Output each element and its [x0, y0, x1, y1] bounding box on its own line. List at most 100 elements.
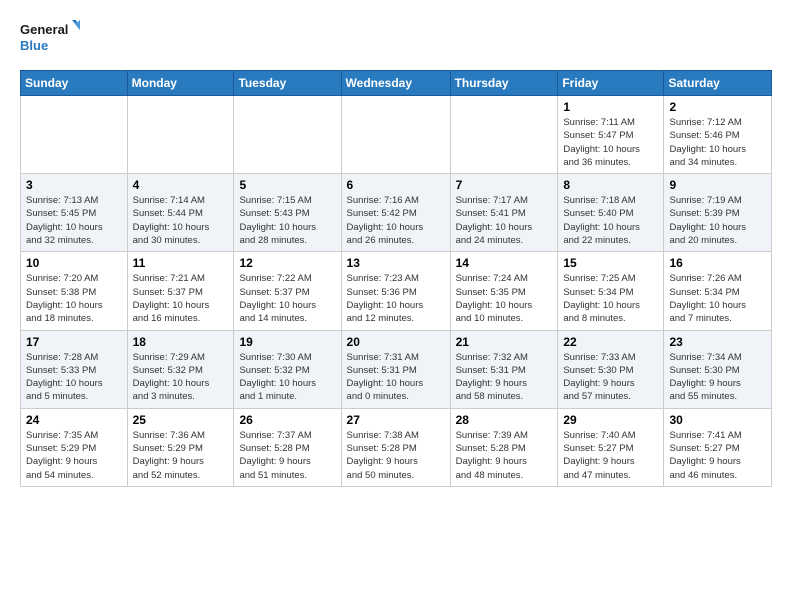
day-info: Sunrise: 7:22 AMSunset: 5:37 PMDaylight:… [239, 272, 335, 325]
day-number: 4 [133, 178, 229, 192]
day-number: 22 [563, 335, 658, 349]
svg-text:Blue: Blue [20, 38, 48, 53]
calendar-cell: 18 Sunrise: 7:29 AMSunset: 5:32 PMDayligh… [127, 330, 234, 408]
day-number: 15 [563, 256, 658, 270]
day-info: Sunrise: 7:26 AMSunset: 5:34 PMDaylight:… [669, 272, 766, 325]
weekday-header-monday: Monday [127, 71, 234, 96]
day-number: 30 [669, 413, 766, 427]
day-number: 11 [133, 256, 229, 270]
calendar-cell: 12 Sunrise: 7:22 AMSunset: 5:37 PMDayligh… [234, 252, 341, 330]
day-info: Sunrise: 7:18 AMSunset: 5:40 PMDaylight:… [563, 194, 658, 247]
calendar-cell: 16 Sunrise: 7:26 AMSunset: 5:34 PMDayligh… [664, 252, 772, 330]
day-number: 6 [347, 178, 445, 192]
calendar-cell: 11 Sunrise: 7:21 AMSunset: 5:37 PMDayligh… [127, 252, 234, 330]
day-number: 3 [26, 178, 122, 192]
day-info: Sunrise: 7:29 AMSunset: 5:32 PMDaylight:… [133, 351, 229, 404]
day-number: 5 [239, 178, 335, 192]
week-row-3: 17 Sunrise: 7:28 AMSunset: 5:33 PMDayligh… [21, 330, 772, 408]
weekday-header-sunday: Sunday [21, 71, 128, 96]
weekday-header-saturday: Saturday [664, 71, 772, 96]
calendar-cell [341, 96, 450, 174]
calendar-table: SundayMondayTuesdayWednesdayThursdayFrid… [20, 70, 772, 487]
day-number: 27 [347, 413, 445, 427]
calendar-cell: 7 Sunrise: 7:17 AMSunset: 5:41 PMDaylight… [450, 174, 558, 252]
day-info: Sunrise: 7:16 AMSunset: 5:42 PMDaylight:… [347, 194, 445, 247]
day-info: Sunrise: 7:24 AMSunset: 5:35 PMDaylight:… [456, 272, 553, 325]
day-info: Sunrise: 7:23 AMSunset: 5:36 PMDaylight:… [347, 272, 445, 325]
day-number: 12 [239, 256, 335, 270]
day-number: 14 [456, 256, 553, 270]
day-info: Sunrise: 7:35 AMSunset: 5:29 PMDaylight:… [26, 429, 122, 482]
day-info: Sunrise: 7:39 AMSunset: 5:28 PMDaylight:… [456, 429, 553, 482]
day-info: Sunrise: 7:12 AMSunset: 5:46 PMDaylight:… [669, 116, 766, 169]
calendar-cell: 25 Sunrise: 7:36 AMSunset: 5:29 PMDayligh… [127, 408, 234, 486]
calendar-cell: 30 Sunrise: 7:41 AMSunset: 5:27 PMDayligh… [664, 408, 772, 486]
day-number: 25 [133, 413, 229, 427]
calendar-cell: 5Sunrise: 7:15 AMSunset: 5:43 PMDaylight… [234, 174, 341, 252]
calendar-cell: 2 Sunrise: 7:12 AMSunset: 5:46 PMDaylight… [664, 96, 772, 174]
day-info: Sunrise: 7:38 AMSunset: 5:28 PMDaylight:… [347, 429, 445, 482]
week-row-4: 24 Sunrise: 7:35 AMSunset: 5:29 PMDayligh… [21, 408, 772, 486]
calendar-cell: 19 Sunrise: 7:30 AMSunset: 5:32 PMDayligh… [234, 330, 341, 408]
calendar-cell: 6 Sunrise: 7:16 AMSunset: 5:42 PMDaylight… [341, 174, 450, 252]
calendar-cell: 9Sunrise: 7:19 AMSunset: 5:39 PMDaylight… [664, 174, 772, 252]
weekday-header-tuesday: Tuesday [234, 71, 341, 96]
day-info: Sunrise: 7:33 AMSunset: 5:30 PMDaylight:… [563, 351, 658, 404]
calendar-cell: 28Sunrise: 7:39 AMSunset: 5:28 PMDayligh… [450, 408, 558, 486]
calendar-cell: 13 Sunrise: 7:23 AMSunset: 5:36 PMDayligh… [341, 252, 450, 330]
calendar-cell: 26 Sunrise: 7:37 AMSunset: 5:28 PMDayligh… [234, 408, 341, 486]
day-number: 19 [239, 335, 335, 349]
day-number: 16 [669, 256, 766, 270]
calendar-cell: 17 Sunrise: 7:28 AMSunset: 5:33 PMDayligh… [21, 330, 128, 408]
day-info: Sunrise: 7:21 AMSunset: 5:37 PMDaylight:… [133, 272, 229, 325]
weekday-header-row: SundayMondayTuesdayWednesdayThursdayFrid… [21, 71, 772, 96]
day-info: Sunrise: 7:37 AMSunset: 5:28 PMDaylight:… [239, 429, 335, 482]
calendar-cell [450, 96, 558, 174]
calendar-cell: 3 Sunrise: 7:13 AMSunset: 5:45 PMDaylight… [21, 174, 128, 252]
day-number: 17 [26, 335, 122, 349]
day-info: Sunrise: 7:14 AMSunset: 5:44 PMDaylight:… [133, 194, 229, 247]
calendar-cell: 20Sunrise: 7:31 AMSunset: 5:31 PMDayligh… [341, 330, 450, 408]
day-info: Sunrise: 7:20 AMSunset: 5:38 PMDaylight:… [26, 272, 122, 325]
weekday-header-wednesday: Wednesday [341, 71, 450, 96]
page: General Blue SundayMondayTuesdayWednesda… [0, 0, 792, 497]
calendar-cell: 14 Sunrise: 7:24 AMSunset: 5:35 PMDayligh… [450, 252, 558, 330]
calendar-cell: 22 Sunrise: 7:33 AMSunset: 5:30 PMDayligh… [558, 330, 664, 408]
calendar-cell: 8 Sunrise: 7:18 AMSunset: 5:40 PMDaylight… [558, 174, 664, 252]
weekday-header-friday: Friday [558, 71, 664, 96]
day-number: 9 [669, 178, 766, 192]
day-number: 8 [563, 178, 658, 192]
day-number: 24 [26, 413, 122, 427]
day-number: 21 [456, 335, 553, 349]
calendar-cell [234, 96, 341, 174]
day-number: 13 [347, 256, 445, 270]
weekday-header-thursday: Thursday [450, 71, 558, 96]
calendar-cell: 4 Sunrise: 7:14 AMSunset: 5:44 PMDaylight… [127, 174, 234, 252]
svg-text:General: General [20, 22, 68, 37]
day-info: Sunrise: 7:13 AMSunset: 5:45 PMDaylight:… [26, 194, 122, 247]
day-info: Sunrise: 7:34 AMSunset: 5:30 PMDaylight:… [669, 351, 766, 404]
header: General Blue [20, 16, 772, 60]
calendar-cell: 27 Sunrise: 7:38 AMSunset: 5:28 PMDayligh… [341, 408, 450, 486]
day-number: 23 [669, 335, 766, 349]
day-number: 2 [669, 100, 766, 114]
calendar-cell [21, 96, 128, 174]
day-number: 26 [239, 413, 335, 427]
calendar-cell: 1Sunrise: 7:11 AMSunset: 5:47 PMDaylight… [558, 96, 664, 174]
logo: General Blue [20, 16, 80, 60]
calendar-cell: 21Sunrise: 7:32 AMSunset: 5:31 PMDayligh… [450, 330, 558, 408]
day-info: Sunrise: 7:17 AMSunset: 5:41 PMDaylight:… [456, 194, 553, 247]
day-info: Sunrise: 7:28 AMSunset: 5:33 PMDaylight:… [26, 351, 122, 404]
day-info: Sunrise: 7:41 AMSunset: 5:27 PMDaylight:… [669, 429, 766, 482]
day-number: 20 [347, 335, 445, 349]
day-number: 18 [133, 335, 229, 349]
day-info: Sunrise: 7:11 AMSunset: 5:47 PMDaylight:… [563, 116, 658, 169]
calendar-cell: 23 Sunrise: 7:34 AMSunset: 5:30 PMDayligh… [664, 330, 772, 408]
day-info: Sunrise: 7:25 AMSunset: 5:34 PMDaylight:… [563, 272, 658, 325]
logo-svg: General Blue [20, 16, 80, 60]
day-number: 7 [456, 178, 553, 192]
day-info: Sunrise: 7:30 AMSunset: 5:32 PMDaylight:… [239, 351, 335, 404]
day-info: Sunrise: 7:36 AMSunset: 5:29 PMDaylight:… [133, 429, 229, 482]
week-row-1: 3 Sunrise: 7:13 AMSunset: 5:45 PMDaylight… [21, 174, 772, 252]
calendar-cell: 24 Sunrise: 7:35 AMSunset: 5:29 PMDayligh… [21, 408, 128, 486]
